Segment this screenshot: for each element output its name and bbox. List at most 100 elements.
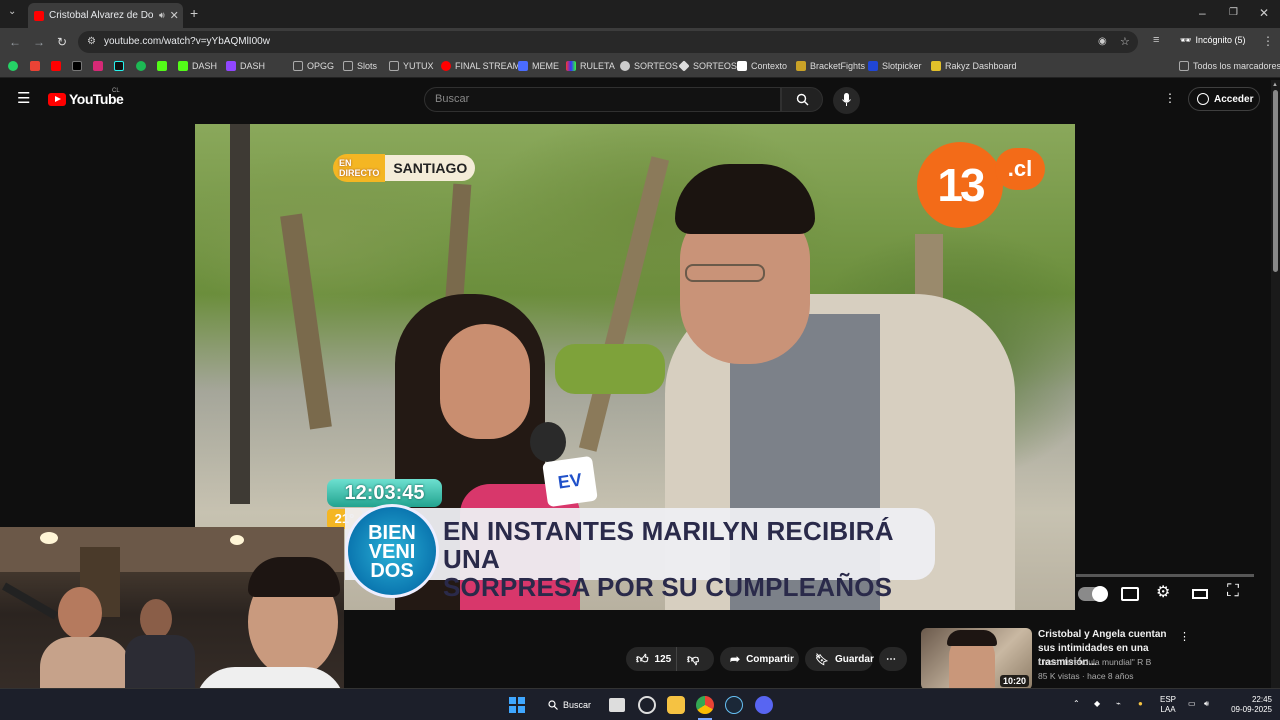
reload-icon[interactable]: ↻ bbox=[57, 35, 67, 49]
bookmark-ruleta[interactable]: RULETA bbox=[566, 61, 615, 71]
voice-search-button[interactable] bbox=[833, 87, 860, 114]
bookmark-final-stream[interactable]: FINAL STREAM bbox=[441, 61, 520, 71]
new-tab-icon[interactable]: + bbox=[190, 5, 198, 21]
tray-overflow-icon[interactable]: ⌃ bbox=[1073, 699, 1080, 709]
bookmark-yutux[interactable]: YUTUX bbox=[389, 61, 434, 71]
chrome-icon[interactable] bbox=[696, 696, 714, 714]
search-button[interactable] bbox=[781, 87, 823, 112]
settings-gear-icon[interactable]: ⚙ bbox=[1156, 582, 1170, 602]
live-label-line2: DIRECTO bbox=[339, 168, 380, 178]
close-window-icon[interactable]: ✕ bbox=[1259, 6, 1269, 20]
bookmark-dash-2[interactable]: DASH bbox=[226, 61, 265, 71]
volume-icon[interactable]: 🔊︎ bbox=[1204, 699, 1209, 709]
scroll-up-icon[interactable]: ▲ bbox=[1272, 82, 1278, 88]
clock-area[interactable]: 22:45 09-09-2025 bbox=[1222, 695, 1272, 715]
broadcast-clock: 12:03:45 bbox=[327, 479, 442, 507]
minimize-icon[interactable]: – bbox=[1199, 6, 1206, 20]
bookmark-kick[interactable] bbox=[157, 61, 167, 71]
bookmark-tiktok[interactable] bbox=[114, 61, 124, 71]
dislike-button[interactable]: 👎︎ bbox=[676, 647, 714, 671]
bookmark-label: Slotpicker bbox=[882, 61, 922, 71]
lang-line1: ESP bbox=[1160, 695, 1177, 704]
recommended-video-thumbnail[interactable]: 10:20 bbox=[921, 628, 1032, 690]
url-input[interactable]: ⚙ youtube.com/watch?v=yYbAQMlI00w ◉ ☆ bbox=[78, 31, 1138, 53]
fullscreen-icon[interactable]: ⛶ bbox=[1227, 581, 1239, 601]
sign-in-button[interactable]: Acceder bbox=[1188, 87, 1260, 111]
discord-icon[interactable] bbox=[755, 696, 773, 714]
subtitles-icon[interactable] bbox=[1121, 587, 1139, 601]
bookmark-icon: 🔖︎ bbox=[815, 653, 829, 666]
obs-icon[interactable] bbox=[638, 696, 656, 714]
tab-list-icon[interactable]: ⌄ bbox=[8, 6, 16, 17]
streamer-hair bbox=[248, 557, 340, 597]
progress-bar[interactable] bbox=[1076, 574, 1254, 577]
incognito-badge[interactable]: 🕶︎ Incógnito (5) bbox=[1180, 35, 1245, 46]
share-button[interactable]: ➦ Compartir bbox=[720, 647, 799, 671]
forward-icon[interactable]: → bbox=[33, 35, 45, 49]
player-controls: ⚙ ⛶ bbox=[1076, 580, 1276, 610]
autoplay-toggle[interactable] bbox=[1078, 586, 1108, 602]
back-icon[interactable]: ← bbox=[9, 35, 21, 49]
close-tab-icon[interactable]: ✕ bbox=[170, 9, 179, 22]
save-button[interactable]: 🔖︎ Guardar bbox=[805, 647, 874, 671]
bookmark-youtube[interactable] bbox=[51, 61, 61, 71]
video-duration: 10:20 bbox=[999, 675, 1029, 687]
windows-start-icon[interactable] bbox=[509, 697, 525, 713]
audio-icon[interactable]: 🔊︎ bbox=[159, 10, 165, 21]
mic-tray-icon[interactable]: ● bbox=[1138, 699, 1143, 709]
search-input[interactable]: Buscar bbox=[424, 87, 781, 112]
browser-menu-icon[interactable]: ⋮ bbox=[1262, 34, 1274, 48]
bookmark-dash-1[interactable]: DASH bbox=[178, 61, 217, 71]
bookmark-star-icon[interactable]: ☆ bbox=[1120, 31, 1130, 53]
theater-mode-icon[interactable] bbox=[1192, 589, 1208, 599]
bookmark-x[interactable] bbox=[72, 61, 82, 71]
bookmark-slotpicker[interactable]: Slotpicker bbox=[868, 61, 922, 71]
file-explorer-icon[interactable] bbox=[667, 696, 685, 714]
bookmark-sorteos-2[interactable]: SORTEOS bbox=[678, 60, 737, 72]
folder-icon bbox=[343, 61, 353, 71]
steam-tray-icon[interactable]: ◆ bbox=[1094, 699, 1100, 709]
tab-search-icon[interactable]: ≡ bbox=[1153, 34, 1159, 46]
sign-in-label: Acceder bbox=[1214, 93, 1254, 105]
active-tab[interactable]: Cristobal Alvarez de Doble 🔊︎ ✕ bbox=[28, 3, 183, 28]
display-icon[interactable]: ▭ bbox=[1188, 699, 1196, 709]
bookmark-contexto[interactable]: Contexto bbox=[737, 61, 787, 71]
bookmark-whatsapp[interactable] bbox=[8, 61, 18, 71]
site-info-icon[interactable]: ⚙ bbox=[87, 31, 96, 53]
incognito-icon: 🕶︎ bbox=[1180, 35, 1192, 45]
bookmark-sorteos-1[interactable]: SORTEOS bbox=[620, 61, 678, 71]
bookmark-spotify[interactable] bbox=[136, 61, 146, 71]
mic-arm bbox=[2, 582, 58, 620]
bookmark-bracketfights[interactable]: BracketFights bbox=[796, 61, 865, 71]
recommended-channel[interactable]: Linda "farandula mundial" R B bbox=[1038, 657, 1151, 667]
eye-off-icon[interactable]: ◉ bbox=[1098, 31, 1107, 53]
bookmark-rakyz[interactable]: Rakyz Dashboard bbox=[931, 61, 1017, 71]
recommended-menu-icon[interactable]: ⋮ bbox=[1179, 630, 1190, 643]
hamburger-menu-icon[interactable]: ☰ bbox=[17, 89, 30, 107]
ceiling-light bbox=[230, 535, 244, 545]
taskbar-search[interactable]: Buscar bbox=[540, 695, 596, 715]
steam-icon[interactable] bbox=[725, 696, 743, 714]
bookmark-slots[interactable]: Slots bbox=[343, 61, 377, 71]
network-tray-icon[interactable]: ⌁ bbox=[1116, 699, 1121, 709]
person-middle bbox=[140, 599, 172, 639]
contexto-icon bbox=[737, 61, 747, 71]
face bbox=[440, 324, 530, 439]
bookmark-instagram[interactable] bbox=[93, 61, 103, 71]
like-button[interactable]: 👍︎ 125 bbox=[626, 647, 676, 671]
settings-menu-icon[interactable]: ⋮ bbox=[1164, 91, 1176, 105]
all-bookmarks[interactable]: Todos los marcadores bbox=[1179, 61, 1280, 71]
bookmark-gmail[interactable] bbox=[30, 61, 40, 71]
page-scrollbar-thumb[interactable] bbox=[1273, 90, 1278, 272]
dashboard-icon bbox=[931, 61, 941, 71]
kick-icon bbox=[157, 61, 167, 71]
task-view-icon[interactable] bbox=[609, 698, 625, 712]
save-label: Guardar bbox=[834, 653, 874, 665]
bookmark-opgg[interactable]: OPGG bbox=[293, 61, 334, 71]
restore-icon[interactable]: ❐ bbox=[1229, 7, 1238, 18]
bookmark-meme[interactable]: MEME bbox=[518, 61, 559, 71]
badge-line: DOS bbox=[370, 560, 414, 582]
more-actions-button[interactable]: ⋯ bbox=[879, 647, 907, 671]
language-indicator[interactable]: ESP LAA bbox=[1160, 695, 1176, 715]
share-label: Compartir bbox=[746, 653, 794, 665]
